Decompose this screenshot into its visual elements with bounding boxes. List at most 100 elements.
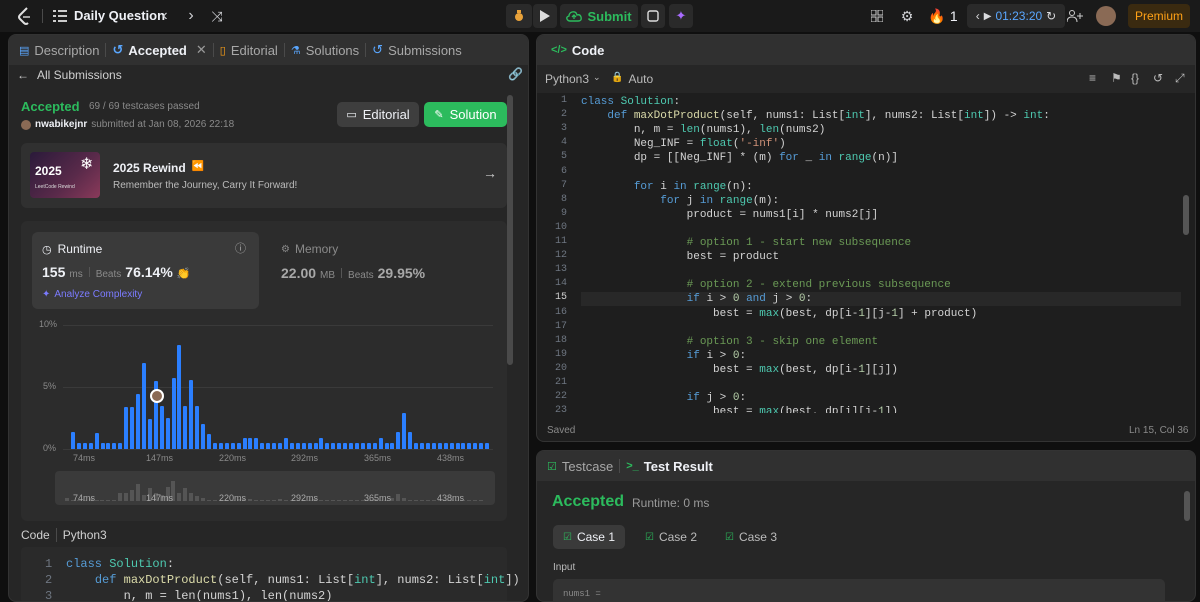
code-line[interactable]: best = product [581, 250, 779, 264]
timer-reset-icon[interactable]: ↻ [1046, 9, 1056, 23]
info-icon[interactable]: ⓘ [235, 240, 246, 256]
case-1-tab[interactable]: ☑ Case 1 [553, 525, 625, 549]
runtime-bar[interactable] [473, 442, 478, 449]
runtime-bar[interactable] [88, 442, 93, 449]
runtime-bar[interactable] [289, 442, 294, 449]
runtime-bar[interactable] [218, 442, 223, 449]
runtime-bar[interactable] [242, 437, 247, 449]
runtime-bar[interactable] [331, 442, 336, 449]
share-link-icon[interactable]: 🔗 [508, 67, 523, 81]
runtime-bar[interactable] [195, 405, 200, 449]
code-line[interactable]: for j in range(m): [581, 194, 779, 208]
memory-header[interactable]: ⚙ Memory [281, 242, 338, 256]
timer-play-icon[interactable]: ▶ [984, 11, 992, 22]
runtime-bar[interactable] [295, 442, 300, 449]
notes-icon[interactable] [641, 4, 665, 28]
code-line[interactable]: class Solution: [581, 95, 680, 109]
runtime-bar[interactable] [112, 442, 117, 449]
runtime-bar[interactable] [76, 442, 81, 449]
runtime-bar[interactable] [372, 442, 377, 449]
runtime-bar[interactable] [141, 363, 146, 449]
code-line[interactable]: n, m = len(nums1), len(nums2) [581, 123, 826, 137]
runtime-bar[interactable] [278, 442, 283, 449]
leetcode-logo-icon[interactable] [14, 5, 36, 27]
runtime-bar[interactable] [118, 442, 123, 449]
runtime-bar[interactable] [106, 442, 111, 449]
runtime-bar[interactable] [467, 442, 472, 449]
timer-widget[interactable]: ‹ ▶ 01:23:20 ↻ [967, 4, 1065, 28]
runtime-bar[interactable] [449, 442, 454, 449]
runtime-bar[interactable] [183, 405, 188, 449]
runtime-bar[interactable] [414, 442, 419, 449]
runtime-bar[interactable] [224, 442, 229, 449]
code-line[interactable]: # option 3 - skip one element [581, 335, 878, 349]
tab-description[interactable]: ▤ Description [13, 35, 105, 65]
run-icon[interactable] [533, 4, 557, 28]
runtime-bar[interactable] [100, 442, 105, 449]
code-preview[interactable]: 1 class Solution: 2 def maxDotProduct(se… [21, 547, 528, 601]
runtime-bar[interactable] [130, 406, 135, 449]
runtime-bar[interactable] [349, 442, 354, 449]
code-line[interactable]: for i in range(n): [581, 180, 753, 194]
code-editor[interactable]: 1 class Solution: 2 def maxDotProduct(self… [537, 93, 1195, 413]
tab-testcase[interactable]: ☑ Testcase [541, 451, 619, 481]
tab-editorial[interactable]: ▯ Editorial [214, 35, 284, 65]
code-line[interactable]: # option 1 - start new subsequence [581, 236, 911, 250]
prev-problem-icon[interactable]: ‹ [158, 5, 172, 27]
arrow-right-icon[interactable]: → [483, 165, 497, 181]
close-tab-icon[interactable]: ✕ [196, 42, 207, 58]
runtime-bar[interactable] [71, 431, 75, 449]
code-line[interactable]: def maxDotProduct(self, nums1: List[int]… [581, 109, 1049, 123]
runtime-bar[interactable] [455, 442, 460, 449]
runtime-bar[interactable] [337, 442, 342, 449]
case-2-tab[interactable]: ☑ Case 2 [637, 525, 705, 549]
runtime-bar[interactable] [313, 442, 318, 449]
runtime-bar[interactable] [230, 442, 235, 449]
runtime-bar[interactable] [360, 442, 365, 449]
runtime-bar[interactable] [301, 442, 306, 449]
runtime-bar[interactable] [260, 442, 265, 449]
runtime-bar[interactable] [159, 405, 164, 449]
runtime-bar[interactable] [147, 419, 152, 449]
result-scrollbar[interactable] [1184, 491, 1190, 521]
runtime-bar[interactable] [207, 434, 212, 449]
runtime-bar[interactable] [283, 437, 288, 449]
problem-list-icon[interactable] [52, 5, 68, 27]
code-line[interactable]: if i > 0 and j > 0: [581, 292, 1181, 307]
runtime-bar[interactable] [254, 437, 259, 449]
streak-counter[interactable]: 🔥 1 [928, 5, 958, 27]
runtime-bar[interactable] [437, 442, 442, 449]
code-line[interactable]: if j > 0: [581, 391, 746, 405]
add-user-icon[interactable] [1066, 5, 1084, 27]
runtime-bar[interactable] [366, 442, 371, 449]
runtime-bar[interactable] [354, 442, 359, 449]
format-icon[interactable]: ≡ [1089, 71, 1096, 85]
submit-button[interactable]: Submit [560, 4, 638, 28]
analyze-complexity-link[interactable]: ✦ Analyze Complexity [42, 289, 142, 300]
case-3-tab[interactable]: ☑ Case 3 [717, 525, 785, 549]
runtime-bar[interactable] [177, 344, 182, 449]
ai-sparkle-icon[interactable]: ✦ [669, 4, 693, 28]
runtime-bar[interactable] [343, 442, 348, 449]
tab-solutions[interactable]: ⚗ Solutions [285, 35, 365, 65]
runtime-bar[interactable] [431, 442, 436, 449]
runtime-bar[interactable] [479, 442, 484, 449]
runtime-bar[interactable] [378, 437, 383, 449]
runtime-bar[interactable] [266, 442, 271, 449]
runtime-bar[interactable] [461, 442, 466, 449]
left-scrollbar[interactable] [507, 95, 513, 365]
range-navigator[interactable]: 74ms 147ms 220ms 292ms 365ms 438ms [55, 471, 495, 505]
your-submission-marker[interactable] [150, 389, 164, 403]
runtime-bar[interactable] [325, 442, 330, 449]
runtime-bar[interactable] [82, 442, 87, 449]
runtime-bar[interactable] [136, 394, 141, 449]
runtime-bar[interactable] [212, 442, 217, 449]
all-submissions-link[interactable]: ← All Submissions [17, 68, 122, 82]
code-line[interactable]: best = max(best, dp[i-1][j]) [581, 363, 898, 377]
runtime-bar[interactable] [485, 442, 490, 449]
solution-button[interactable]: ✎ Solution [424, 102, 507, 127]
runtime-bar[interactable] [236, 442, 241, 449]
runtime-bar[interactable] [384, 442, 389, 449]
runtime-bar[interactable] [307, 442, 312, 449]
code-line[interactable]: # option 2 - extend previous subsequence [581, 278, 951, 292]
